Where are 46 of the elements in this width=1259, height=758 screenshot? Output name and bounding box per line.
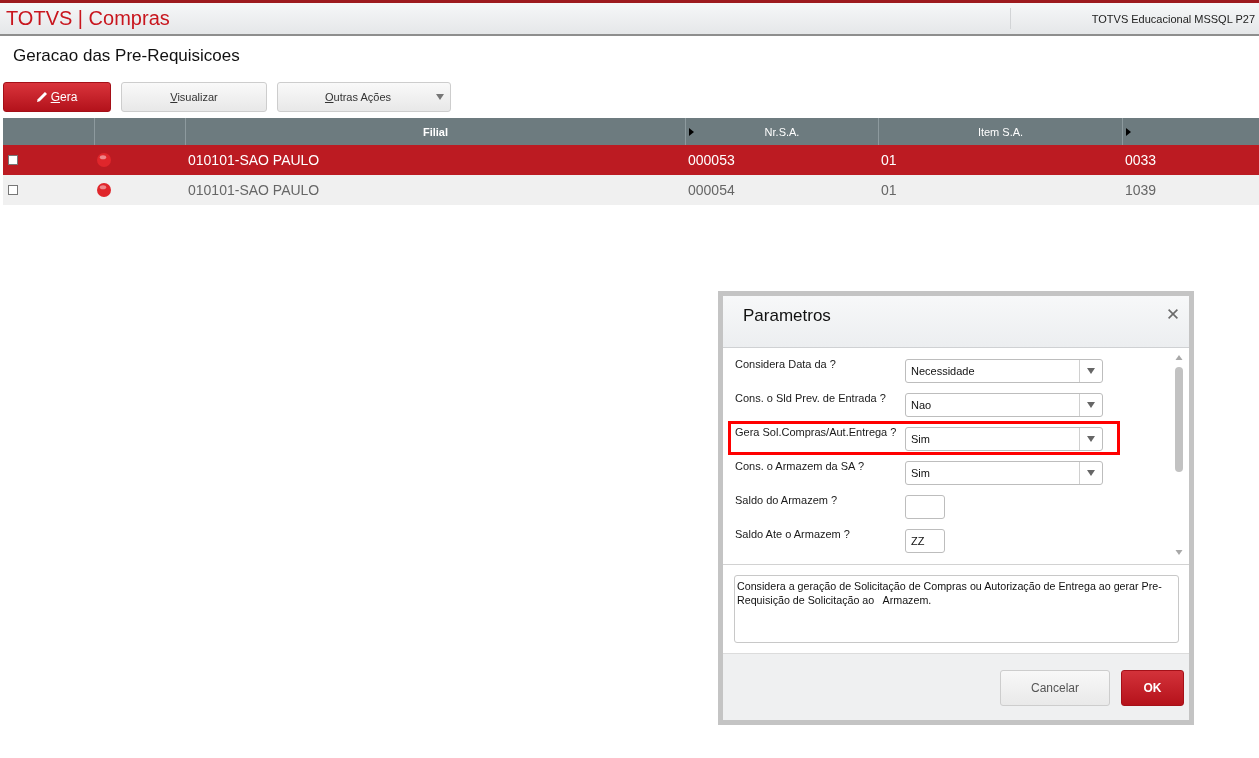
page-title: Geracao das Pre-Requisicoes	[13, 46, 240, 66]
toolbar-button[interactable]: Outras Ações	[277, 82, 451, 112]
table-row[interactable]: 010101-SAO PAULO 000054 01 1039	[3, 175, 1259, 205]
input-field[interactable]	[905, 495, 945, 519]
field-label: Gera Sol.Compras/Aut.Entrega ?	[735, 425, 898, 440]
toolbar-button[interactable]: Visualizar	[121, 82, 267, 112]
checkbox[interactable]	[8, 185, 18, 195]
column-header[interactable]: Filial	[422, 125, 449, 138]
dialog-button[interactable]: Cancelar	[1000, 670, 1110, 706]
caret-icon[interactable]	[689, 128, 694, 136]
table-cell-text: 01	[880, 181, 898, 200]
description-field: Considera a geração de Solicitação de Compras ou Autorização de Entrega ao gerar Pre-Requisição de Solicitação ao Armazem.	[734, 575, 1179, 643]
field-label: Saldo Ate o Armazem ?	[735, 527, 851, 542]
caret-icon	[1087, 470, 1095, 476]
input-field[interactable]: ZZ	[905, 529, 945, 553]
environment-label: TOTVS Educacional MSSQL P27	[1010, 8, 1259, 29]
dialog-button[interactable]: OK	[1121, 670, 1184, 706]
dropdown[interactable]: Sim	[905, 461, 1103, 485]
app-title: TOTVS | Compras	[5, 6, 170, 31]
field-label: Cons. o Armazem da SA ?	[735, 459, 865, 474]
dropdown[interactable]: Sim	[905, 427, 1103, 451]
caret-icon	[436, 94, 444, 100]
table-cell-text: 010101-SAO PAULO	[187, 151, 321, 170]
table-cell-text: 01	[880, 151, 898, 170]
column-header[interactable]: Nr.S.A.	[764, 125, 800, 138]
field-label: Considera Data da ?	[735, 357, 837, 372]
caret-icon	[1087, 436, 1095, 442]
table-cell-text: 0033	[1124, 151, 1158, 170]
close-icon[interactable]	[1168, 309, 1178, 319]
table-cell-text: 000053	[687, 151, 736, 170]
caret-icon	[1087, 402, 1095, 408]
caret-icon[interactable]	[1126, 128, 1131, 136]
dropdown[interactable]: Necessidade	[905, 359, 1103, 383]
table-row[interactable]: 010101-SAO PAULO 000053 01 0033	[3, 145, 1259, 175]
dialog-title: Parametros	[743, 306, 831, 326]
table-cell-text: 1039	[1124, 181, 1158, 200]
caret-icon	[1087, 368, 1095, 374]
dropdown[interactable]: Nao	[905, 393, 1103, 417]
pencil-icon	[36, 92, 47, 102]
table-cell-text: 000054	[687, 181, 736, 200]
table-cell-text: 010101-SAO PAULO	[187, 181, 321, 200]
checkbox[interactable]	[8, 155, 18, 165]
field-label: Cons. o Sld Prev. de Entrada ?	[735, 391, 887, 406]
toolbar-button[interactable]: Gera	[3, 82, 111, 112]
column-header[interactable]: Item S.A.	[977, 125, 1024, 138]
field-label: Saldo do Armazem ?	[735, 493, 839, 508]
